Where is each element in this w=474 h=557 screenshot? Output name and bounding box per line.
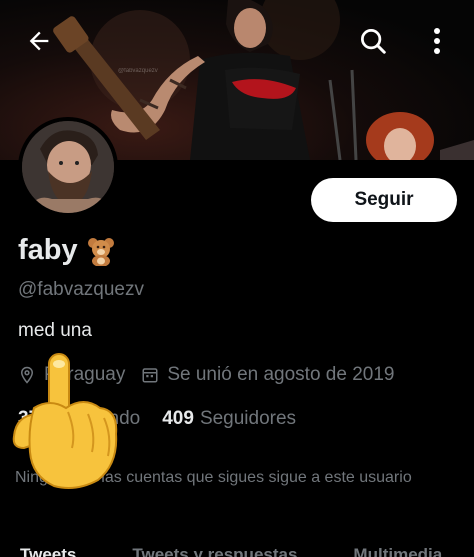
profile-name: faby	[18, 234, 78, 266]
tab-tweets[interactable]: Tweets	[0, 545, 76, 557]
follow-button[interactable]: Seguir	[311, 178, 457, 222]
pointing-up-hand-emoji	[12, 353, 118, 489]
profile-name-row: faby	[18, 234, 116, 267]
tab-media[interactable]: Multimedia	[333, 545, 442, 557]
followers-count: 409	[162, 408, 194, 429]
calendar-icon	[142, 368, 158, 383]
avatar[interactable]	[18, 117, 118, 217]
joined-text: Se unió en agosto de 2019	[167, 364, 395, 385]
banner-watermark: @fabvazquezv	[118, 68, 158, 74]
arrow-left-icon	[29, 31, 49, 51]
more-options-button[interactable]	[418, 22, 456, 60]
search-icon	[361, 29, 386, 54]
followers-label: Seguidores	[199, 408, 297, 429]
profile-handle: @fabvazquezv	[18, 279, 144, 300]
search-button[interactable]	[354, 22, 392, 60]
back-button[interactable]	[20, 22, 58, 60]
tab-tweets-replies[interactable]: Tweets y respuestas	[112, 545, 297, 557]
teddy-bear-emoji	[87, 237, 114, 266]
joined-item: Se unió en agosto de 2019	[141, 364, 394, 386]
avatar-photo	[22, 121, 114, 213]
more-vertical-icon	[434, 28, 440, 54]
followers-stat[interactable]: 409 Seguidores	[162, 408, 296, 430]
profile-bio: med una	[18, 320, 92, 341]
profile-tabs: Tweets Tweets y respuestas Multimedia	[0, 545, 474, 557]
